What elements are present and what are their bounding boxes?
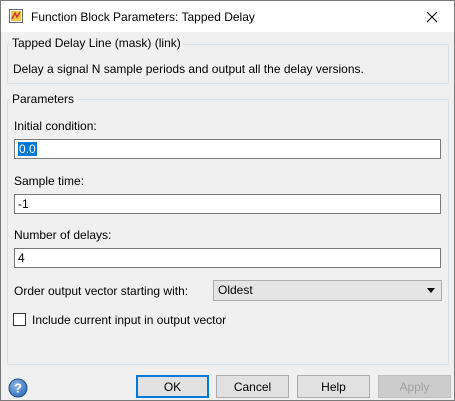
close-button[interactable] xyxy=(410,1,454,32)
order-output-select[interactable]: Oldest xyxy=(213,280,442,301)
sample-time-label: Sample time: xyxy=(14,174,85,188)
parameters-group-title: Parameters xyxy=(10,92,77,106)
simulink-block-icon xyxy=(9,9,23,23)
number-of-delays-label: Number of delays: xyxy=(14,228,112,242)
dialog-window: Function Block Parameters: Tapped Delay … xyxy=(0,0,455,401)
title-bar: Function Block Parameters: Tapped Delay xyxy=(1,1,454,32)
close-icon xyxy=(426,11,438,22)
order-output-label: Order output vector starting with: xyxy=(14,284,189,298)
include-current-checkbox[interactable] xyxy=(13,313,26,326)
svg-text:?: ? xyxy=(14,381,22,396)
cancel-button[interactable]: Cancel xyxy=(216,375,289,398)
initial-condition-label: Initial condition: xyxy=(14,119,97,133)
sample-time-value: -1 xyxy=(18,197,29,211)
description-group-title: Tapped Delay Line (mask) (link) xyxy=(10,36,183,50)
help-button[interactable]: Help xyxy=(297,375,370,398)
initial-condition-value: 0.0 xyxy=(18,142,37,156)
sample-time-input[interactable]: -1 xyxy=(14,194,441,214)
chevron-down-icon xyxy=(427,288,435,293)
order-output-selected: Oldest xyxy=(218,283,253,297)
description-text: Delay a signal N sample periods and outp… xyxy=(13,62,364,76)
number-of-delays-value: 4 xyxy=(18,251,25,265)
ok-button[interactable]: OK xyxy=(136,375,209,398)
include-current-label: Include current input in output vector xyxy=(32,313,227,327)
help-icon[interactable]: ? xyxy=(8,378,28,398)
apply-button: Apply xyxy=(378,375,451,398)
window-title: Function Block Parameters: Tapped Delay xyxy=(31,10,255,24)
number-of-delays-input[interactable]: 4 xyxy=(14,248,441,268)
initial-condition-input[interactable]: 0.0 xyxy=(14,139,441,159)
